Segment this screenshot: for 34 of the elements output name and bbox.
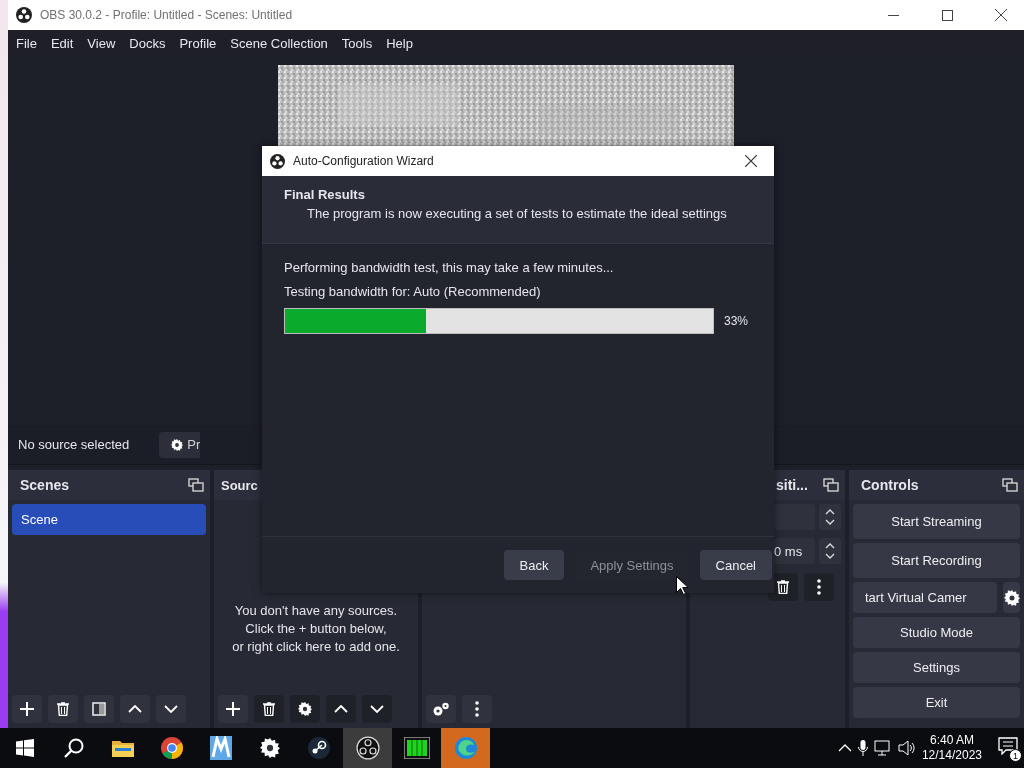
control-button[interactable]: Start Streaming <box>853 504 1020 539</box>
control-button[interactable]: Exit <box>853 687 1020 718</box>
empty-sources-message: You don't have any sources. Click the + button below, or right click here to add one. <box>231 602 401 656</box>
progress-percent: 33% <box>724 314 749 328</box>
panel-title: Controls <box>861 477 919 493</box>
menu-item[interactable]: View <box>80 36 123 51</box>
duration-field[interactable]: 0 ms <box>774 538 815 564</box>
dialog-button[interactable]: Back <box>503 550 565 580</box>
dialog-subheading: The program is now executing a set of tests to estimate the ideal settings <box>307 206 727 221</box>
menu-item[interactable]: Docks <box>122 36 173 51</box>
notification-count: 1 <box>1009 749 1022 762</box>
virtual-camera-button[interactable]: tart Virtual Camer <box>853 582 997 613</box>
panel-title: Sourc <box>221 477 258 493</box>
scene-item[interactable]: Scene <box>12 504 206 535</box>
menu-item[interactable]: Scene Collection <box>223 36 335 51</box>
testing-text: Testing bandwidth for: Auto (Recommended) <box>284 284 542 299</box>
dialog-button[interactable]: Cancel <box>699 550 772 580</box>
clock[interactable]: 6:40 AM 12/14/2023 <box>921 733 982 763</box>
menu-item[interactable]: Profile <box>172 36 224 51</box>
menu-item[interactable]: Tools <box>334 36 380 51</box>
status-text: Performing bandwidth test, this may take a few minutes... <box>284 260 615 275</box>
menu-item[interactable]: Help <box>379 36 420 51</box>
control-button[interactable]: Settings <box>853 652 1020 683</box>
menu-item[interactable]: File <box>9 36 44 51</box>
dialog-title: Auto-Configuration Wizard <box>293 154 435 168</box>
dialog-heading: Final Results <box>284 187 366 202</box>
menu-item[interactable]: Edit <box>43 36 81 51</box>
control-button[interactable]: Start Recording <box>853 543 1020 578</box>
no-source-label: No source selected <box>18 437 130 452</box>
window-title: OBS 30.0.2 - Profile: Untitled - Scenes: Untitled <box>40 8 294 22</box>
control-button[interactable]: Studio Mode <box>853 617 1020 648</box>
properties-button[interactable]: Pr <box>159 431 201 458</box>
panel-title: Scenes <box>20 477 70 493</box>
panel-title: siti... <box>776 477 808 493</box>
